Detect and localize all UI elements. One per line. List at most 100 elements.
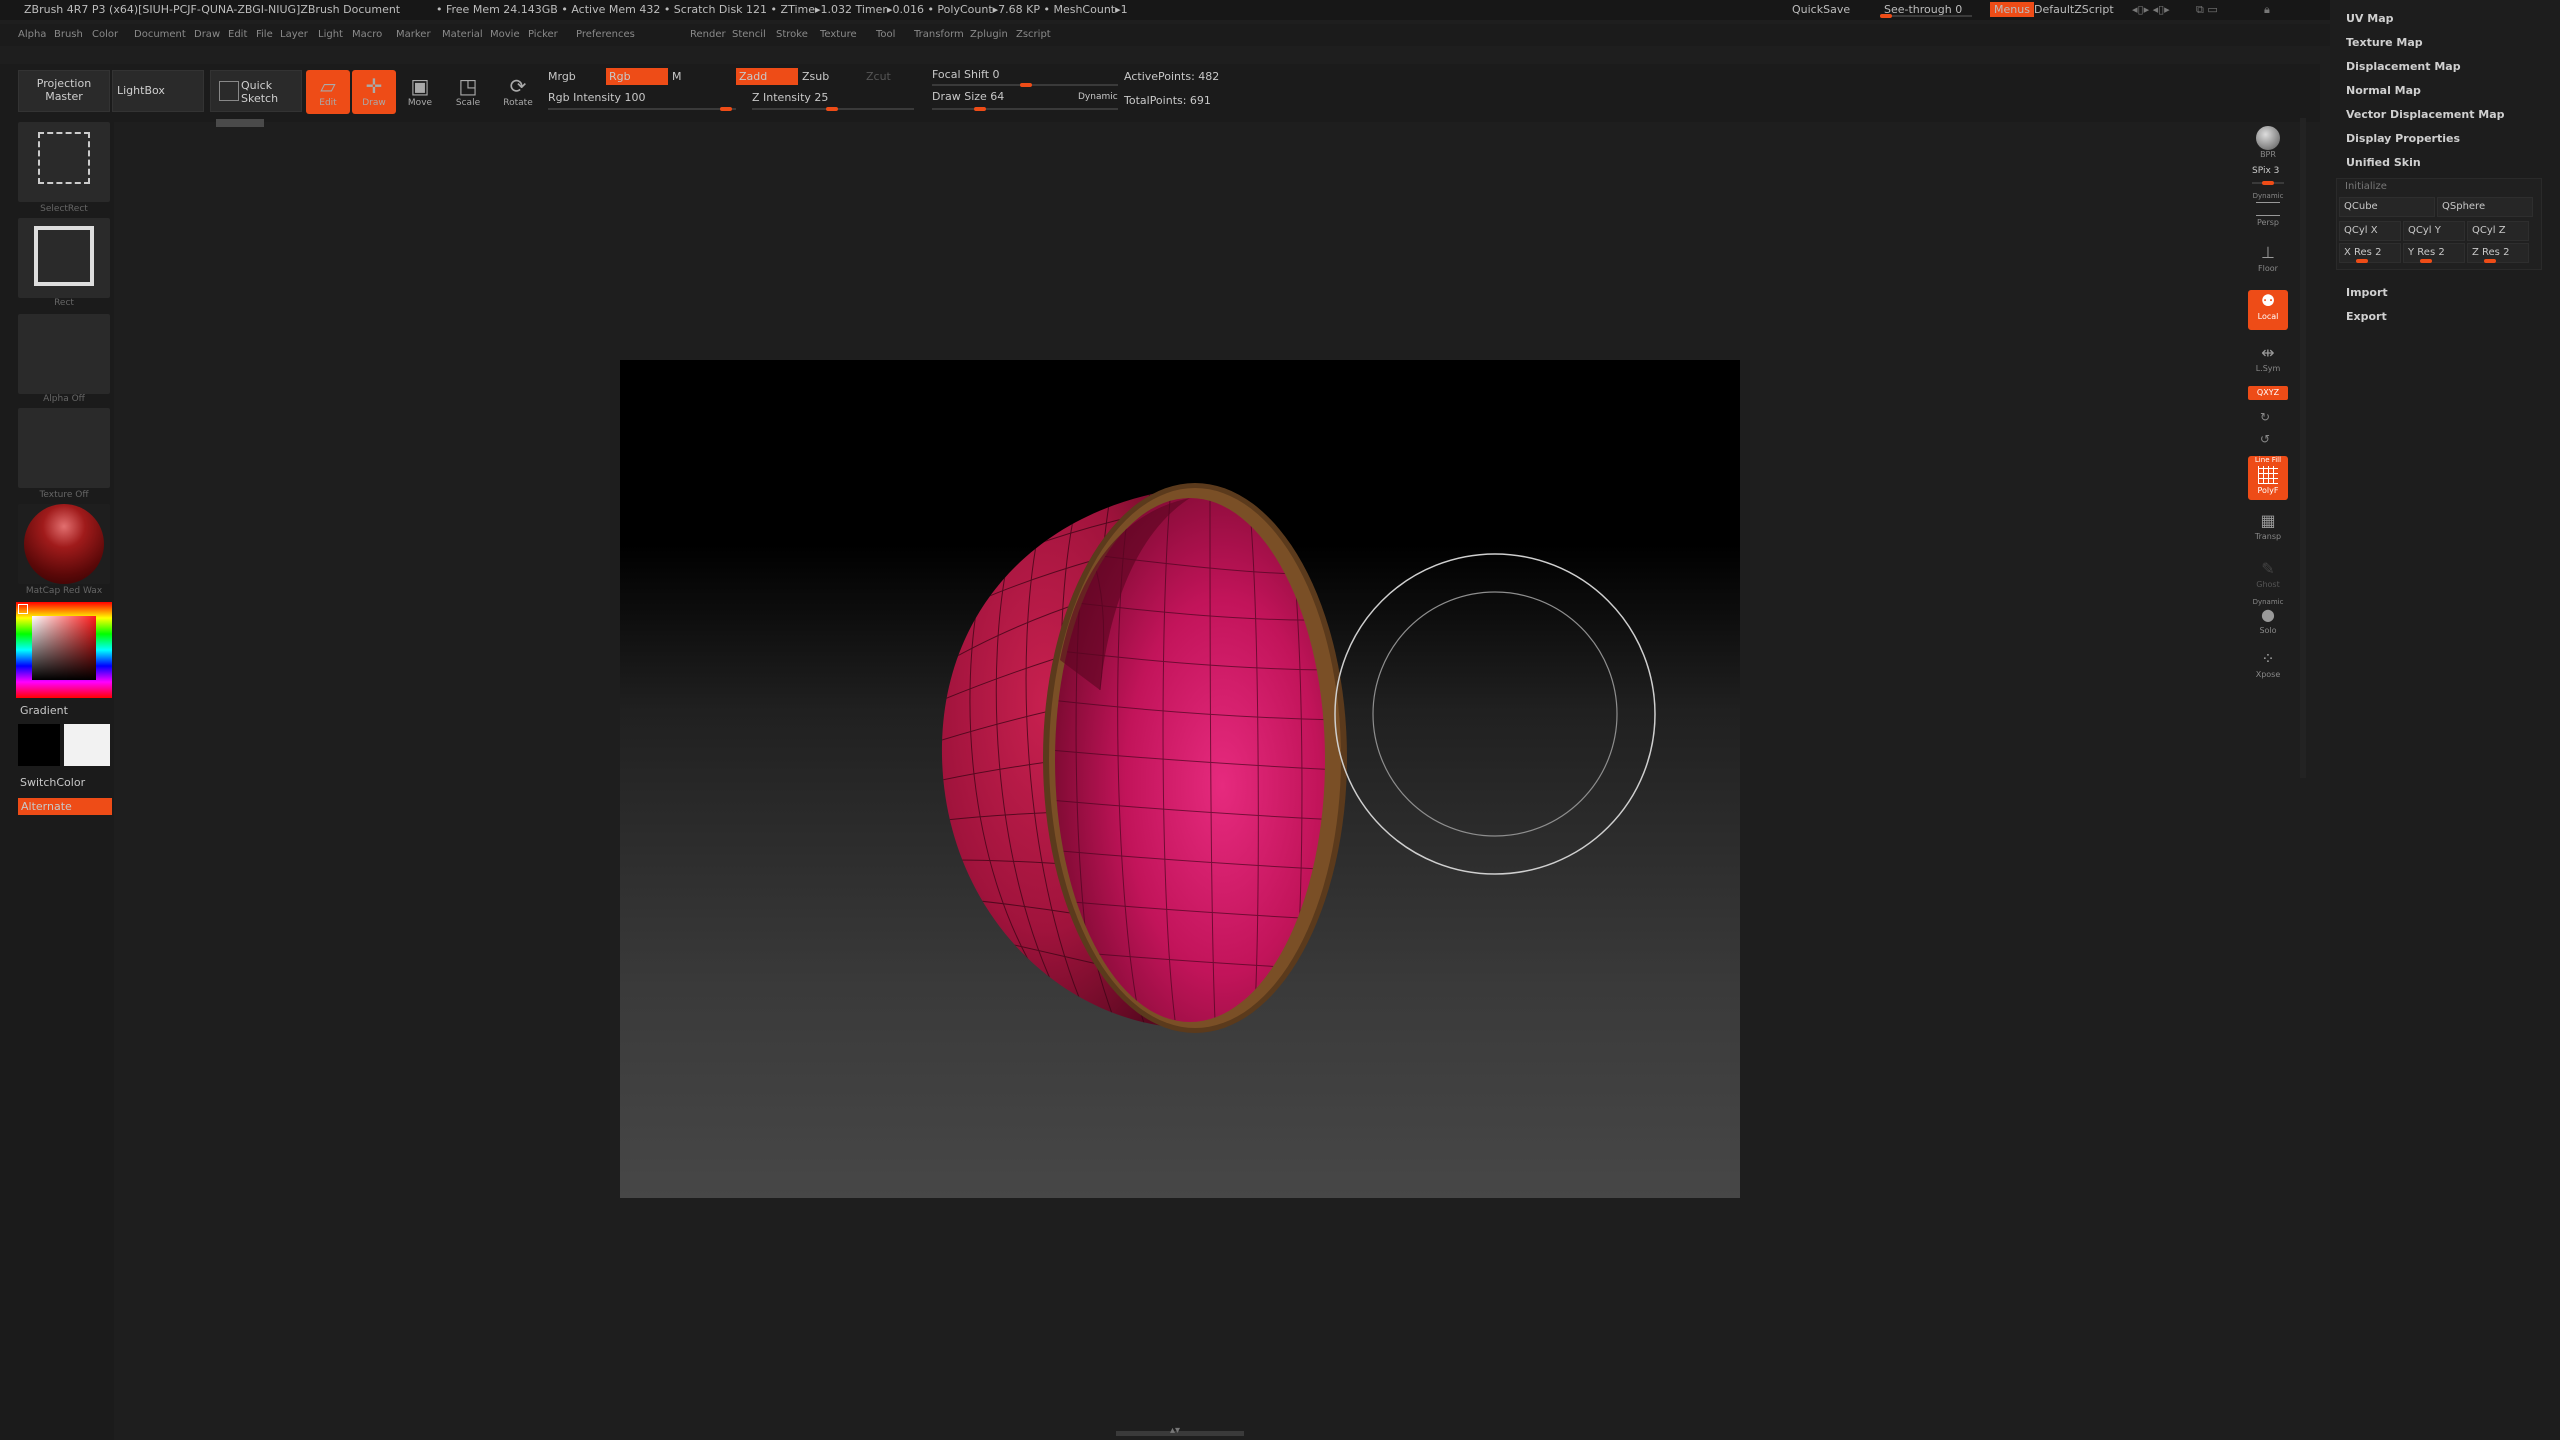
ghost-button[interactable]: ✎ Ghost bbox=[2248, 558, 2288, 598]
import-button[interactable]: Import bbox=[2346, 286, 2388, 299]
rgb-intensity-track[interactable] bbox=[548, 107, 736, 111]
x-res-slider[interactable]: X Res 2 bbox=[2339, 243, 2401, 263]
y-res-slider[interactable]: Y Res 2 bbox=[2403, 243, 2465, 263]
qcube-button[interactable]: QCube bbox=[2339, 197, 2435, 217]
xpose-button[interactable]: ⁘ Xpose bbox=[2248, 648, 2288, 688]
bpr-button[interactable]: BPR bbox=[2248, 122, 2288, 162]
quick-sketch-button[interactable]: Quick Sketch bbox=[210, 70, 302, 112]
export-button[interactable]: Export bbox=[2346, 310, 2387, 323]
menu-brush[interactable]: Brush bbox=[54, 29, 83, 40]
menu-tool[interactable]: Tool bbox=[876, 29, 895, 40]
menu-document[interactable]: Document bbox=[134, 29, 186, 40]
lock-icon[interactable]: 🔒︎ bbox=[2264, 3, 2270, 17]
menu-stroke[interactable]: Stroke bbox=[776, 29, 808, 40]
rotate-z-icon[interactable]: ↺ bbox=[2260, 432, 2270, 446]
lightbox-button[interactable]: LightBox bbox=[112, 70, 204, 112]
viewport-canvas[interactable] bbox=[620, 360, 1740, 1198]
focal-shift-track[interactable] bbox=[932, 83, 1118, 87]
vector-displacement-map-subpalette[interactable]: Vector Displacement Map bbox=[2346, 108, 2505, 121]
initialize-header[interactable]: Initialize bbox=[2345, 181, 2387, 192]
normal-map-subpalette[interactable]: Normal Map bbox=[2346, 84, 2421, 97]
menu-zplugin[interactable]: Zplugin bbox=[970, 29, 1008, 40]
menu-movie[interactable]: Movie bbox=[490, 29, 520, 40]
texture-map-subpalette[interactable]: Texture Map bbox=[2346, 36, 2423, 49]
zsub-button[interactable]: Zsub bbox=[802, 70, 829, 83]
main-color-swatch[interactable] bbox=[18, 724, 60, 766]
qcyl-x-button[interactable]: QCyl X bbox=[2339, 221, 2401, 241]
transp-button[interactable]: ▦ Transp bbox=[2248, 510, 2288, 550]
draw-size-track[interactable] bbox=[932, 107, 1118, 111]
gradient-label[interactable]: Gradient bbox=[20, 704, 68, 717]
alpha-selector[interactable] bbox=[18, 314, 110, 394]
edit-button[interactable]: ▱ Edit bbox=[306, 70, 350, 114]
uv-map-subpalette[interactable]: UV Map bbox=[2346, 12, 2394, 25]
unified-skin-subpalette[interactable]: Unified Skin bbox=[2346, 156, 2421, 169]
polyf-button[interactable]: Line Fill PolyF bbox=[2248, 456, 2288, 500]
color-square[interactable] bbox=[32, 616, 96, 680]
display-properties-subpalette[interactable]: Display Properties bbox=[2346, 132, 2460, 145]
menu-stencil[interactable]: Stencil bbox=[732, 29, 766, 40]
focal-shift-slider[interactable]: Focal Shift 0 bbox=[932, 68, 1000, 81]
color-picker[interactable] bbox=[16, 602, 112, 698]
displacement-map-subpalette[interactable]: Displacement Map bbox=[2346, 60, 2461, 73]
switchcolor-button[interactable]: SwitchColor bbox=[20, 776, 85, 789]
rotate-button[interactable]: ⟳ Rotate bbox=[496, 70, 540, 114]
menu-material[interactable]: Material bbox=[442, 29, 483, 40]
hemisphere-mesh[interactable] bbox=[941, 483, 1347, 1033]
menu-picker[interactable]: Picker bbox=[528, 29, 558, 40]
solo-button[interactable]: Dynamic ● Solo bbox=[2248, 598, 2288, 638]
menu-file[interactable]: File bbox=[256, 29, 273, 40]
stroke-selector[interactable] bbox=[18, 218, 110, 298]
secondary-color-swatch[interactable] bbox=[64, 724, 110, 766]
document-scroll-handle[interactable] bbox=[216, 119, 264, 127]
spix-slider[interactable]: SPix 3 bbox=[2252, 166, 2279, 176]
move-button[interactable]: ▣ Move bbox=[398, 70, 442, 114]
dynamic-toggle[interactable]: Dynamic bbox=[1078, 92, 1118, 102]
m-button[interactable]: M bbox=[672, 70, 682, 83]
rgb-button[interactable]: Rgb bbox=[606, 68, 668, 85]
z-res-slider[interactable]: Z Res 2 bbox=[2467, 243, 2529, 263]
rotate-y-icon[interactable]: ↻ bbox=[2260, 410, 2270, 424]
menu-marker[interactable]: Marker bbox=[396, 29, 431, 40]
menu-layer[interactable]: Layer bbox=[280, 29, 308, 40]
draw-button[interactable]: ✛ Draw bbox=[352, 70, 396, 114]
menus-toggle[interactable]: Menus bbox=[1990, 2, 2034, 17]
menu-alpha[interactable]: Alpha bbox=[18, 29, 46, 40]
zcut-button[interactable]: Zcut bbox=[866, 70, 891, 83]
z-intensity-track[interactable] bbox=[752, 107, 914, 111]
expand-arrows-icon[interactable]: ▴▾ bbox=[1170, 1425, 1180, 1436]
menu-color[interactable]: Color bbox=[92, 29, 118, 40]
zadd-button[interactable]: Zadd bbox=[736, 68, 798, 85]
local-button[interactable]: ⚉ Local bbox=[2248, 290, 2288, 330]
quicksave-button[interactable]: QuickSave bbox=[1792, 3, 1850, 16]
menu-draw[interactable]: Draw bbox=[194, 29, 220, 40]
default-zscript-button[interactable]: DefaultZScript bbox=[2034, 3, 2114, 16]
floor-button[interactable]: ⊥ Floor bbox=[2248, 242, 2288, 282]
xyz-button[interactable]: QXYZ bbox=[2248, 386, 2288, 400]
persp-button[interactable]: Dynamic Persp bbox=[2248, 192, 2288, 232]
brush-alpha-selector[interactable] bbox=[18, 122, 110, 202]
see-through-track[interactable] bbox=[1880, 14, 1972, 18]
z-intensity-slider[interactable]: Z Intensity 25 bbox=[752, 91, 828, 104]
palette-arrows-icon[interactable]: ◂▯▸ ◂▯▸ bbox=[2132, 3, 2170, 16]
projection-master-button[interactable]: Projection Master bbox=[18, 70, 110, 112]
menu-render[interactable]: Render bbox=[690, 29, 726, 40]
mrgb-button[interactable]: Mrgb bbox=[548, 70, 576, 83]
qcyl-z-button[interactable]: QCyl Z bbox=[2467, 221, 2529, 241]
menu-light[interactable]: Light bbox=[318, 29, 343, 40]
alternate-button[interactable]: Alternate bbox=[18, 798, 112, 815]
material-selector[interactable] bbox=[18, 504, 110, 584]
right-scrollbar[interactable] bbox=[2300, 118, 2306, 778]
qsphere-button[interactable]: QSphere bbox=[2437, 197, 2533, 217]
menu-transform[interactable]: Transform bbox=[914, 29, 964, 40]
scale-button[interactable]: ◳ Scale bbox=[446, 70, 490, 114]
lsym-button[interactable]: ⇹ L.Sym bbox=[2248, 342, 2288, 382]
model-viewport[interactable] bbox=[620, 360, 1740, 1198]
draw-size-slider[interactable]: Draw Size 64 bbox=[932, 90, 1004, 103]
menu-preferences[interactable]: Preferences bbox=[576, 29, 635, 40]
texture-selector[interactable] bbox=[18, 408, 110, 488]
spix-track[interactable] bbox=[2252, 181, 2284, 185]
rgb-intensity-slider[interactable]: Rgb Intensity 100 bbox=[548, 91, 645, 104]
qcyl-y-button[interactable]: QCyl Y bbox=[2403, 221, 2465, 241]
menu-texture[interactable]: Texture bbox=[820, 29, 857, 40]
